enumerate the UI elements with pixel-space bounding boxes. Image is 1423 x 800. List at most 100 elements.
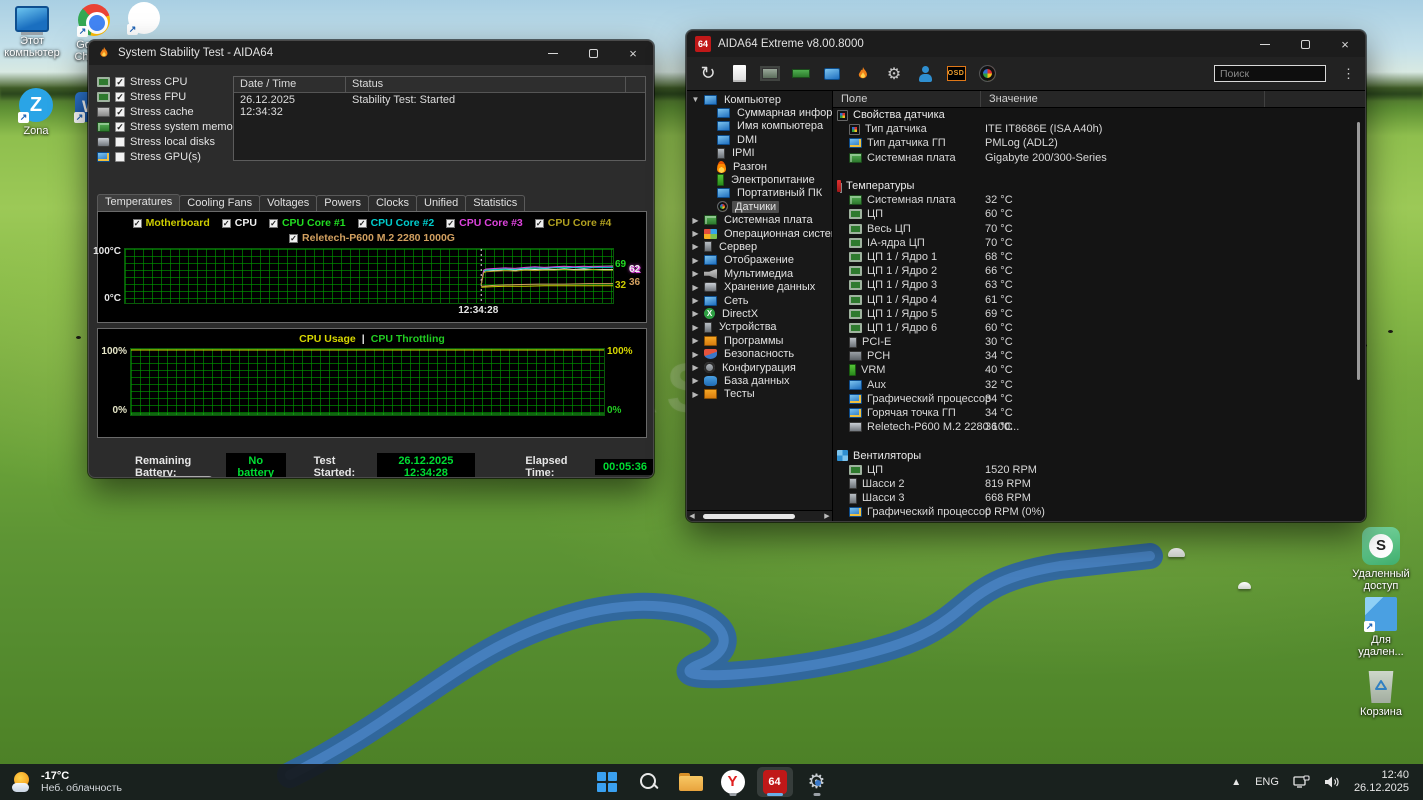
clock[interactable]: 12:40 26.12.2025 [1354, 769, 1409, 795]
tree-item-электропитание[interactable]: Электропитание [687, 173, 832, 186]
weather-widget[interactable]: -17°C Неб. облачность [0, 770, 240, 794]
scroll-left-icon[interactable]: ◀ [687, 512, 697, 520]
desktop-icon-remote[interactable]: Удаленный доступ [1349, 527, 1413, 592]
sensor-row[interactable]: Графический процессор34 °C [833, 392, 1353, 406]
sensor-row[interactable]: ЦП60 °C [833, 207, 1353, 221]
osd-icon[interactable]: OSD [945, 63, 967, 85]
close-button[interactable]: Close [591, 477, 645, 478]
chevron-right-icon[interactable]: ▶ [691, 363, 700, 372]
checkbox[interactable]: ✓ [289, 234, 298, 243]
tab-voltages[interactable]: Voltages [259, 195, 317, 212]
checkbox[interactable]: ✓ [446, 219, 455, 228]
yandex-browser-button[interactable]: Y [715, 767, 751, 797]
desktop-icon-yandex[interactable]: ↗ [112, 2, 176, 37]
preferences-button[interactable]: Preferences [402, 477, 479, 478]
chevron-right-icon[interactable]: ▶ [691, 309, 700, 318]
sensor-row[interactable]: ЦП 1 / Ядро 660 °C [833, 321, 1353, 335]
tree-item-программы[interactable]: ▶Программы [687, 334, 832, 347]
stability-titlebar[interactable]: System Stability Test - AIDA64 × [89, 41, 653, 65]
stress-option[interactable]: ✓Stress cache [97, 104, 233, 119]
sensor-row[interactable]: Тип датчика ГПPMLog (ADL2) [833, 136, 1353, 150]
start-button[interactable]: Start [97, 477, 151, 478]
close-button[interactable]: × [613, 41, 653, 65]
tray-expand-icon[interactable]: ▲ [1231, 777, 1241, 788]
maximize-button[interactable] [573, 41, 613, 65]
tab-clocks[interactable]: Clocks [368, 195, 417, 212]
chevron-right-icon[interactable]: ▶ [691, 256, 700, 265]
tree-item-отображение[interactable]: ▶Отображение [687, 254, 832, 267]
sensor-row[interactable]: ЦП 1 / Ядро 363 °C [833, 278, 1353, 292]
legend-cpu-core-1[interactable]: ✓CPU Core #1 [269, 217, 346, 229]
chevron-right-icon[interactable]: ▶ [691, 323, 700, 332]
tab-cooling-fans[interactable]: Cooling Fans [179, 195, 260, 212]
column-field[interactable]: Поле [833, 91, 981, 107]
checkbox[interactable]: ✓ [535, 219, 544, 228]
checkbox[interactable]: ✓ [115, 107, 125, 117]
sensor-row[interactable]: Системная плата32 °C [833, 193, 1353, 207]
chevron-down-icon[interactable]: ▼ [691, 95, 700, 104]
sensor-row[interactable]: Графический процессор0 RPM (0%) [833, 505, 1353, 519]
tree-item-ipmi[interactable]: IPMI [687, 147, 832, 160]
clear-button[interactable]: Clear [219, 477, 273, 478]
sensor-row[interactable]: Aux32 °C [833, 378, 1353, 392]
sensor-row[interactable]: Шасси 2819 RPM [833, 477, 1353, 491]
aida-titlebar[interactable]: 64 AIDA64 Extreme v8.00.8000 × [687, 31, 1365, 57]
sensor-row[interactable]: ЦП 1 / Ядро 168 °C [833, 250, 1353, 264]
cpuid-button[interactable]: CPUID [341, 477, 395, 478]
scrollbar-thumb[interactable] [1357, 122, 1360, 380]
legend-cpu-core-3[interactable]: ✓CPU Core #3 [446, 217, 523, 229]
network-icon[interactable] [1293, 775, 1310, 789]
log-row[interactable]: 26.12.2025 12:34:32Stability Test: Start… [234, 93, 645, 108]
checkbox[interactable]: ✓ [222, 219, 231, 228]
file-explorer-button[interactable] [673, 767, 709, 797]
tree-item-разгон[interactable]: Разгон [687, 160, 832, 173]
sensor-row[interactable]: PCI-E30 °C [833, 335, 1353, 349]
tree-horizontal-scrollbar[interactable]: ◀ ▶ [687, 510, 832, 521]
sensor-row[interactable]: IA-ядра ЦП70 °C [833, 236, 1353, 250]
user-icon[interactable] [914, 63, 936, 85]
tree-item-операционная-система[interactable]: ▶Операционная система [687, 227, 832, 240]
desktop-icon-bin[interactable]: Корзина [1349, 671, 1413, 718]
stress-option[interactable]: Stress local disks [97, 134, 233, 149]
volume-icon[interactable] [1324, 775, 1340, 789]
sensor-row[interactable]: PCH34 °C [833, 349, 1353, 363]
sensor-row[interactable]: ЦП1520 RPM [833, 463, 1353, 477]
stability-test-icon[interactable] [852, 63, 874, 85]
sensor-row[interactable]: ЦП 1 / Ядро 266 °C [833, 264, 1353, 278]
sensor-row[interactable]: Reletech-P600 M.2 2280 100...36 °C [833, 420, 1353, 434]
chevron-right-icon[interactable]: ▶ [691, 336, 700, 345]
search-input[interactable] [1214, 65, 1326, 82]
tree-item-компьютер[interactable]: ▼Компьютер [687, 93, 832, 106]
start-button[interactable] [589, 767, 625, 797]
aida64-button[interactable]: 64 [757, 767, 793, 797]
gauge-icon[interactable] [976, 63, 998, 85]
checkbox[interactable]: ✓ [115, 122, 125, 132]
chevron-right-icon[interactable]: ▶ [691, 216, 700, 225]
tree-item-системная-плата[interactable]: ▶Системная плата [687, 214, 832, 227]
more-options-icon[interactable]: ⋮ [1342, 66, 1355, 82]
memory-icon[interactable] [790, 63, 812, 85]
settings-button[interactable]: ⚙ [799, 767, 835, 797]
stop-button[interactable]: Stop [158, 477, 212, 478]
tab-unified[interactable]: Unified [416, 195, 466, 212]
tree-item-база-данных[interactable]: ▶База данных [687, 374, 832, 387]
display-icon[interactable] [821, 63, 843, 85]
minimize-button[interactable] [533, 41, 573, 65]
tree-item-портативный-пк[interactable]: Портативный ПК [687, 187, 832, 200]
chevron-right-icon[interactable]: ▶ [691, 390, 700, 399]
tab-statistics[interactable]: Statistics [465, 195, 525, 212]
chevron-right-icon[interactable]: ▶ [691, 350, 700, 359]
maximize-button[interactable] [1285, 31, 1325, 57]
language-indicator[interactable]: ENG [1255, 776, 1279, 788]
tree-item-датчики[interactable]: Датчики [687, 200, 832, 213]
checkbox[interactable] [115, 152, 125, 162]
save-button[interactable]: Save [280, 477, 334, 478]
legend-cpu-core-2[interactable]: ✓CPU Core #2 [358, 217, 435, 229]
legend-cpu-core-4[interactable]: ✓CPU Core #4 [535, 217, 612, 229]
sensor-row[interactable]: Горячая точка ГП34 °C [833, 406, 1353, 420]
checkbox[interactable]: ✓ [133, 219, 142, 228]
taskbar-search-button[interactable] [631, 767, 667, 797]
stress-option[interactable]: ✓Stress system memory [97, 119, 233, 134]
checkbox[interactable]: ✓ [358, 219, 367, 228]
stress-option[interactable]: Stress GPU(s) [97, 149, 233, 164]
